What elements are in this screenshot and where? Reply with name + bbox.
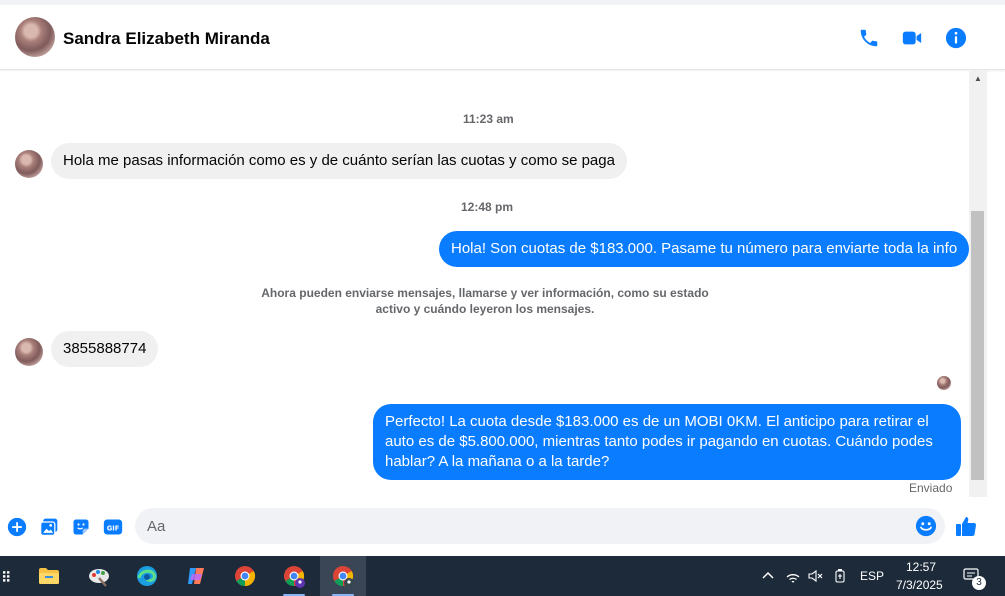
attach-photo-icon[interactable] (38, 516, 60, 538)
sent-status: Enviado (909, 481, 953, 495)
message-timestamp: 12:48 pm (461, 200, 514, 214)
video-call-icon[interactable] (900, 26, 924, 50)
battery-plug-icon[interactable] (831, 567, 849, 585)
phone-call-icon[interactable] (857, 26, 881, 50)
sender-avatar[interactable] (15, 150, 43, 178)
message-timestamp: 11:23 am (463, 112, 514, 126)
outgoing-message[interactable]: Perfecto! La cuota desde $183.000 es de … (373, 404, 961, 480)
show-hidden-icons-chevron-icon[interactable] (759, 567, 777, 585)
notification-count-badge: 3 (972, 576, 986, 590)
scroll-up-arrow-icon[interactable]: ▲ (971, 72, 985, 84)
system-notice-line: activo y cuándo leyeron los mensajes. (375, 302, 595, 316)
edge-browser-icon[interactable] (124, 556, 170, 596)
header-top-strip (0, 0, 1005, 5)
incoming-message[interactable]: Hola me pasas información como es y de c… (51, 143, 627, 179)
volume-muted-icon[interactable] (806, 567, 824, 585)
copilot-icon[interactable] (173, 556, 219, 596)
message-input[interactable] (135, 508, 945, 544)
contact-avatar[interactable] (15, 17, 55, 57)
wifi-icon[interactable] (784, 567, 802, 585)
gif-icon[interactable]: GIF (102, 516, 124, 538)
clock-time[interactable]: 12:57 (906, 560, 936, 574)
chrome-browser-icon[interactable] (222, 556, 268, 596)
chrome-active-window-icon[interactable] (320, 556, 366, 596)
file-explorer-icon[interactable] (26, 556, 72, 596)
task-view-icon[interactable] (0, 556, 14, 596)
thumbs-up-like-icon[interactable] (954, 514, 978, 538)
sticker-icon[interactable] (70, 516, 92, 538)
more-actions-plus-icon[interactable] (6, 516, 28, 538)
input-language-indicator[interactable]: ESP (860, 569, 884, 583)
system-notice: Ahora pueden enviarse mensajes, llamarse… (260, 285, 710, 317)
chrome-profile-window-icon[interactable] (271, 556, 317, 596)
outgoing-message[interactable]: Hola! Son cuotas de $183.000. Pasame tu … (439, 231, 970, 267)
svg-text:GIF: GIF (107, 524, 120, 532)
sender-avatar[interactable] (15, 338, 43, 366)
system-notice-line: Ahora pueden enviarse mensajes, llamarse… (261, 286, 709, 300)
clock-date[interactable]: 7/3/2025 (896, 578, 943, 592)
emoji-picker-icon[interactable] (915, 515, 937, 537)
read-receipt-avatar (937, 376, 951, 390)
info-icon[interactable] (944, 26, 968, 50)
paint-app-icon[interactable] (76, 556, 122, 596)
chat-scrollbar-thumb[interactable] (971, 211, 984, 480)
contact-name[interactable]: Sandra Elizabeth Miranda (63, 29, 270, 49)
incoming-message[interactable]: 3855888774 (51, 331, 159, 367)
